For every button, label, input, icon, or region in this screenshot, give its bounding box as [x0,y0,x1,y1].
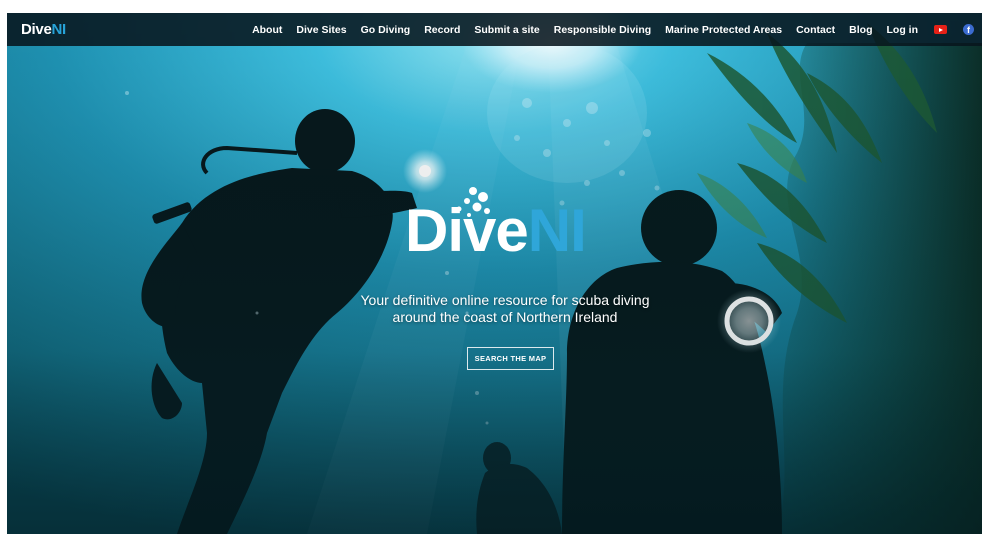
top-navigation-bar: Dive NI About Dive Sites Go Diving Recor… [7,13,982,46]
hero-logo-text-dive: Dive [405,197,529,264]
nav-link-go-diving[interactable]: Go Diving [361,24,411,36]
logo-text-ni: NI [51,21,67,38]
nav-link-contact[interactable]: Contact [796,24,835,36]
site-logo[interactable]: Dive NI [21,21,66,38]
nav-link-dive-sites[interactable]: Dive Sites [296,24,346,36]
nav-link-marine-protected-areas[interactable]: Marine Protected Areas [665,24,782,36]
youtube-icon[interactable] [934,25,947,34]
hero-logo-wordmark: Dive NI [405,197,587,264]
page-frame: Dive NI About Dive Sites Go Diving Recor… [7,13,982,534]
nav-link-log-in[interactable]: Log in [887,24,919,36]
main-menu: About Dive Sites Go Diving Record Submit… [252,24,974,36]
logo-text-dive: Dive [21,21,52,38]
social-links: f [934,24,974,35]
nav-link-blog[interactable]: Blog [849,24,872,36]
nav-link-about[interactable]: About [252,24,282,36]
hero-tagline: Your definitive online resource for scub… [360,292,650,325]
nav-link-submit-a-site[interactable]: Submit a site [474,24,539,36]
nav-link-record[interactable]: Record [424,24,460,36]
hero-logo-text-ni: NI [527,197,587,264]
facebook-icon[interactable]: f [963,24,974,35]
search-the-map-button[interactable]: SEARCH THE MAP [467,347,554,370]
nav-link-responsible-diving[interactable]: Responsible Diving [554,24,651,36]
hero-logo: Dive NI [405,187,625,293]
